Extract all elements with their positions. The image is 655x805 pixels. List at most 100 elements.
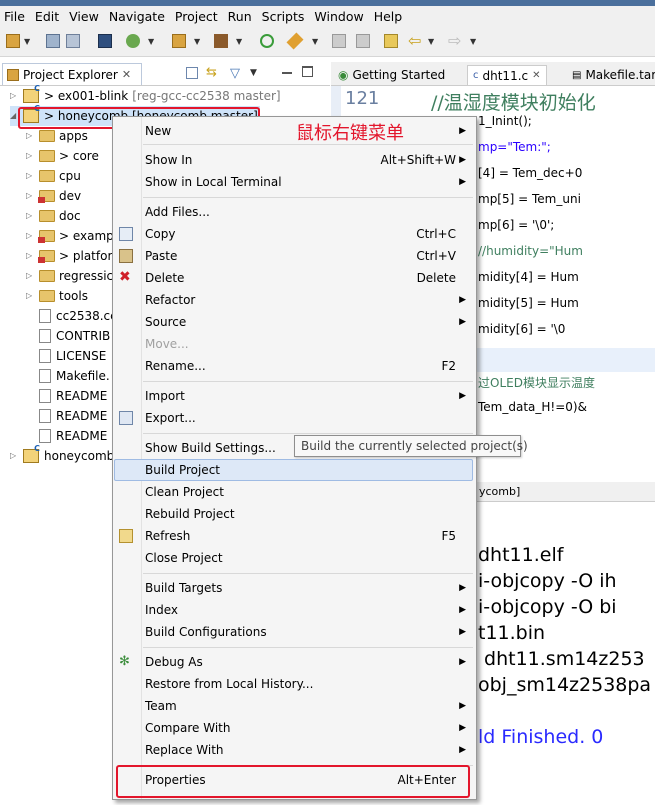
forward-arrow-icon[interactable]: ⇨: [448, 31, 466, 50]
debug-icon[interactable]: [126, 34, 140, 48]
menu-item-build-configurations[interactable]: Build Configurations ▶: [113, 621, 476, 643]
menu-item-debug-as[interactable]: ✻ Debug As ▶: [113, 651, 476, 673]
collapse-icon[interactable]: ◢: [10, 112, 18, 120]
menu-item-clean-project[interactable]: Clean Project: [113, 481, 476, 503]
tree-item-honeycomb-2[interactable]: ▷ honeycomb: [10, 444, 114, 466]
collapse-all-icon[interactable]: [186, 67, 198, 79]
menu-item-team[interactable]: Team ▶: [113, 695, 476, 717]
menu-project[interactable]: Project: [175, 9, 218, 24]
back-arrow-icon[interactable]: ⇦: [408, 31, 426, 50]
project-explorer-tab[interactable]: Project Explorer ✕: [2, 63, 142, 85]
menu-item-export[interactable]: Export...: [113, 407, 476, 429]
view-menu-icon[interactable]: ▼: [250, 68, 257, 78]
pen-dropdown-icon[interactable]: ▼: [312, 37, 318, 46]
tree-item-file[interactable]: README: [39, 386, 107, 406]
menu-item-source[interactable]: Source ▶: [113, 311, 476, 333]
forward-dropdown-icon[interactable]: ▼: [470, 37, 476, 46]
expand-icon[interactable]: ▷: [26, 292, 34, 300]
menu-run[interactable]: Run: [228, 9, 252, 24]
back-dropdown-icon[interactable]: ▼: [428, 37, 434, 46]
tree-item-label: README: [56, 389, 108, 403]
tree-item-apps[interactable]: ▷ apps: [26, 126, 88, 146]
menu-item-build-project[interactable]: Build Project: [114, 459, 473, 481]
refresh-icon[interactable]: [260, 34, 274, 48]
expand-icon[interactable]: ▷: [26, 212, 34, 220]
tree-item-tools[interactable]: ▷ tools: [26, 286, 88, 306]
filter-icon[interactable]: ▽: [230, 66, 240, 81]
menu-item-rebuild-project[interactable]: Rebuild Project: [113, 503, 476, 525]
menu-window[interactable]: Window: [314, 9, 363, 24]
hammer-dropdown-icon[interactable]: ▼: [236, 37, 242, 46]
menu-item-label: Build Configurations: [145, 625, 267, 639]
expand-icon[interactable]: ▷: [26, 152, 34, 160]
tab-makefile[interactable]: ▤Makefile.targ: [567, 65, 655, 85]
menu-scripts[interactable]: Scripts: [262, 9, 305, 24]
tree-item-file[interactable]: Makefile.: [39, 366, 110, 386]
menu-help[interactable]: Help: [374, 9, 403, 24]
tree-item-examples[interactable]: ▷ > examp: [26, 226, 114, 246]
tree-item-platform[interactable]: ▷ > platfor: [26, 246, 112, 266]
expand-icon[interactable]: ▷: [10, 92, 18, 100]
expand-icon[interactable]: ▷: [26, 272, 34, 280]
build-dropdown-icon[interactable]: ▼: [194, 37, 200, 46]
menu-edit[interactable]: Edit: [35, 9, 59, 24]
menu-file[interactable]: File: [4, 9, 25, 24]
menu-item-refresh[interactable]: Refresh F5: [113, 525, 476, 547]
menu-item-show-in[interactable]: Show In Alt+Shift+W ▶: [113, 149, 476, 171]
expand-icon[interactable]: ▷: [26, 252, 34, 260]
close-icon[interactable]: ✕: [122, 68, 131, 81]
last-edit-icon[interactable]: [384, 34, 398, 48]
expand-icon[interactable]: ▷: [26, 232, 34, 240]
outline-icon[interactable]: [356, 34, 370, 48]
menu-item-compare-with[interactable]: Compare With ▶: [113, 717, 476, 739]
tree-item-dev[interactable]: ▷ dev: [26, 186, 81, 206]
menu-item-import[interactable]: Import ▶: [113, 385, 476, 407]
tree-item-cpu[interactable]: ▷ cpu: [26, 166, 81, 186]
menu-item-replace-with[interactable]: Replace With ▶: [113, 739, 476, 761]
save-all-icon[interactable]: [66, 34, 80, 48]
minimize-icon[interactable]: [282, 72, 292, 74]
menu-item-delete[interactable]: ✖ Delete Delete: [113, 267, 476, 289]
annotation-icon[interactable]: [332, 34, 346, 48]
link-editor-icon[interactable]: ⇆: [206, 65, 217, 80]
expand-icon[interactable]: ▷: [26, 192, 34, 200]
tab-dht11-c[interactable]: c dht11.c ✕: [467, 65, 547, 85]
terminal-icon[interactable]: [98, 34, 112, 48]
menu-item-index[interactable]: Index ▶: [113, 599, 476, 621]
menu-item-rename[interactable]: Rename... F2: [113, 355, 476, 377]
tree-item-ex001-blink[interactable]: ▷ > ex001-blink [reg-gcc-cc2538 master]: [10, 84, 281, 106]
expand-icon[interactable]: ▷: [10, 452, 18, 460]
build-icon[interactable]: [172, 34, 186, 48]
tree-item-file[interactable]: CONTRIB: [39, 326, 110, 346]
menu-item-show-in-local-terminal[interactable]: Show in Local Terminal ▶: [113, 171, 476, 193]
expand-icon[interactable]: ▷: [26, 172, 34, 180]
maximize-icon[interactable]: [302, 66, 313, 77]
tab-getting-started[interactable]: ◉ Getting Started: [333, 65, 450, 85]
tree-item-file[interactable]: cc2538.cc: [39, 306, 117, 326]
tree-item-file[interactable]: README: [39, 426, 107, 446]
tree-item-label: > platfor: [59, 249, 113, 263]
menu-item-copy[interactable]: Copy Ctrl+C: [113, 223, 476, 245]
new-dropdown-icon[interactable]: ▼: [24, 37, 30, 46]
save-icon[interactable]: [46, 34, 60, 48]
menu-navigate[interactable]: Navigate: [109, 9, 165, 24]
tree-item-doc[interactable]: ▷ doc: [26, 206, 81, 226]
menu-item-build-targets[interactable]: Build Targets ▶: [113, 577, 476, 599]
menu-view[interactable]: View: [69, 9, 99, 24]
new-icon[interactable]: [6, 34, 20, 48]
tree-item-file[interactable]: README: [39, 406, 107, 426]
tree-item-file[interactable]: LICENSE: [39, 346, 106, 366]
close-icon[interactable]: ✕: [532, 70, 540, 81]
menu-item-restore-history[interactable]: Restore from Local History...: [113, 673, 476, 695]
debug-dropdown-icon[interactable]: ▼: [148, 37, 154, 46]
tree-item-regression[interactable]: ▷ regressic: [26, 266, 113, 286]
pen-icon[interactable]: [286, 32, 304, 50]
hammer-icon[interactable]: [214, 34, 228, 48]
menu-item-paste[interactable]: Paste Ctrl+V: [113, 245, 476, 267]
menu-item-refactor[interactable]: Refactor ▶: [113, 289, 476, 311]
menu-item-close-project[interactable]: Close Project: [113, 547, 476, 569]
tree-item-core[interactable]: ▷ > core: [26, 146, 99, 166]
menu-item-add-files[interactable]: Add Files...: [113, 201, 476, 223]
expand-icon[interactable]: ▷: [26, 132, 34, 140]
menu-item-new[interactable]: New ▶: [113, 120, 476, 142]
